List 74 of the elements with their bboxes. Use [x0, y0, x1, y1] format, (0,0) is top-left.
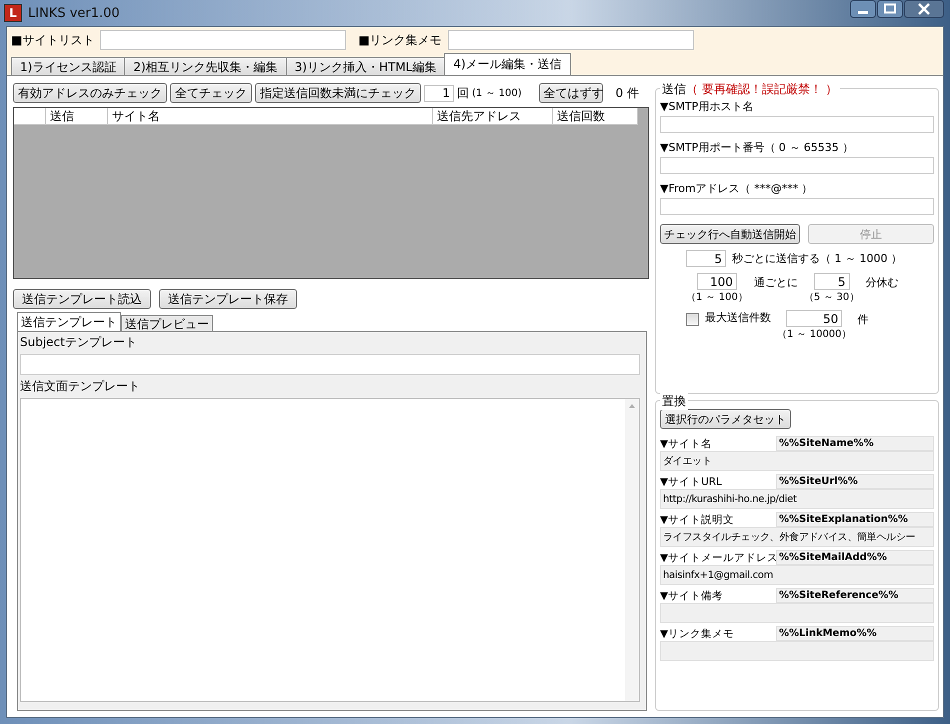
template-button[interactable]: 送信テンプレート読込	[13, 289, 151, 309]
field-label: ▼SMTP用ホスト名	[660, 99, 754, 114]
token-field: %%LinkMemo%%	[776, 626, 934, 641]
param-label: ▼サイトメールアドレス	[660, 551, 776, 565]
field-label: ▼SMTP用ポート番号（ 0 ～ 65535 ）	[660, 140, 854, 155]
param-label: ▼サイトURL	[660, 475, 723, 489]
max-label: 最大送信件数	[705, 310, 771, 325]
total-count: 0 件	[616, 84, 639, 102]
group-legend: 送信（ 要再確認！誤記厳禁！ ）	[660, 81, 840, 98]
param-label: ▼リンク集メモ	[660, 627, 736, 641]
param-label: ▼サイト備考	[660, 589, 724, 603]
column-header[interactable]: 送信	[46, 108, 108, 125]
rest-field[interactable]: 5	[814, 273, 850, 290]
token-field: %%SiteReference%%	[776, 588, 934, 603]
input-field[interactable]	[660, 157, 934, 174]
token-field: %%SiteName%%	[776, 436, 934, 451]
field-label: ■サイトリスト	[11, 32, 94, 48]
max-field[interactable]: 50	[786, 310, 842, 327]
scroll-bar[interactable]	[625, 399, 639, 701]
input-field[interactable]	[448, 30, 694, 50]
input-field[interactable]	[100, 30, 346, 50]
close-icon[interactable]	[904, 0, 944, 18]
token-field: %%SiteUrl%%	[776, 474, 934, 489]
check-button[interactable]: 有効アドレスのみチェック	[13, 83, 167, 103]
token-field: %%SiteMailAdd%%	[776, 550, 934, 565]
param-label: ▼サイト名	[660, 437, 714, 451]
check-button[interactable]: 全てチェック	[170, 83, 252, 103]
field-label: ■リンク集メモ	[358, 32, 442, 48]
tab[interactable]: 送信テンプレート	[17, 312, 121, 331]
tab[interactable]: 1)ライセンス認証	[11, 57, 126, 75]
tab[interactable]: 4)メール編集・送信	[444, 53, 571, 75]
subject-field[interactable]	[20, 354, 640, 375]
input-field[interactable]	[660, 198, 934, 215]
column-header[interactable]: サイト名	[108, 108, 433, 125]
check-button[interactable]: 指定送信回数未満にチェック	[255, 83, 421, 103]
app-logo: L	[4, 4, 22, 22]
unit-label: 回	[457, 84, 469, 102]
window-title: LINKS ver1.00	[28, 6, 120, 20]
field-label: ▼Fromアドレス（ ***@*** ）	[660, 181, 814, 196]
batch-field[interactable]: 100	[696, 273, 737, 290]
value-field: haisinfx+1@gmail.com	[660, 565, 934, 585]
range-label: （1 ～ 10000）	[777, 328, 852, 341]
value-field: ライフスタイルチェック、外食アドバイス、簡単ヘルシー	[660, 527, 934, 547]
row-header	[14, 108, 46, 125]
body-label: 送信文面テンプレート	[20, 378, 141, 395]
input-field[interactable]	[660, 116, 934, 133]
set-params-button[interactable]: 選択行のパラメタセット	[660, 409, 791, 429]
range-label: (1 ～ 100)	[472, 87, 522, 100]
range-label: （1 ～ 100）	[686, 291, 748, 304]
rest-label: 分休む	[865, 275, 898, 290]
tab[interactable]: 3)リンク挿入・HTML編集	[286, 57, 446, 75]
tab[interactable]: 2)相互リンク先収集・編集	[124, 57, 287, 75]
interval-field[interactable]: 5	[686, 250, 726, 267]
subject-label: Subjectテンプレート	[20, 334, 138, 351]
maximize-icon[interactable]	[877, 0, 903, 18]
column-header[interactable]: 送信回数	[553, 108, 638, 125]
group-legend: 置換	[660, 393, 688, 410]
unit-label: 件	[858, 312, 869, 327]
uncheck-all-button[interactable]: 全てはずす	[538, 83, 603, 103]
batch-label: 通ごとに	[754, 275, 798, 290]
range-label: （5 ～ 30）	[804, 291, 860, 304]
token-field: %%SiteExplanation%%	[776, 512, 934, 527]
body-text-area[interactable]	[20, 398, 640, 702]
tab[interactable]: 送信プレビュー	[121, 315, 213, 331]
interval-label: 秒ごとに送信する（ 1 ～ 1000 ）	[732, 251, 902, 266]
template-button[interactable]: 送信テンプレート保存	[159, 289, 297, 309]
param-label: ▼サイト説明文	[660, 513, 736, 527]
start-button[interactable]: チェック行へ自動送信開始	[660, 224, 800, 244]
count-field[interactable]: 1	[424, 84, 454, 102]
checkbox[interactable]	[686, 313, 699, 326]
value-field: http://kurashihi-ho.ne.jp/diet	[660, 489, 934, 509]
column-header[interactable]: 送信先アドレス	[433, 108, 553, 125]
value-field: ダイエット	[660, 451, 934, 471]
minimize-icon[interactable]	[850, 0, 876, 18]
